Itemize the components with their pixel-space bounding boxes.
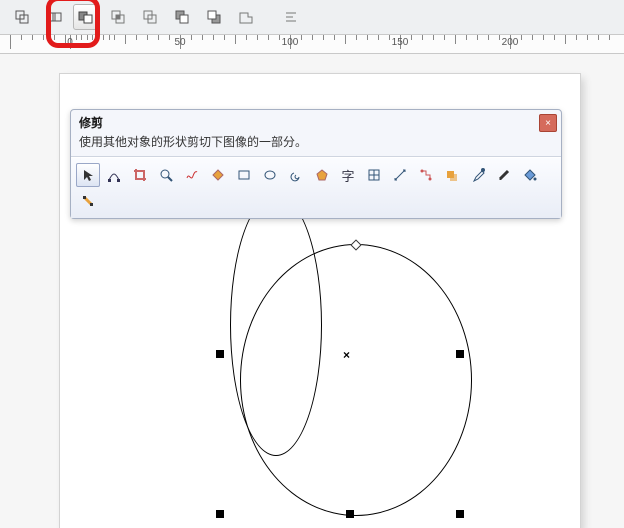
interactivefill-tool[interactable] (76, 189, 100, 213)
back-minus-front-btn[interactable] (201, 4, 227, 30)
effects-tool[interactable] (440, 163, 464, 187)
align-btn[interactable] (279, 4, 305, 30)
front-minus-back-btn[interactable] (169, 4, 195, 30)
weld-btn[interactable] (41, 4, 67, 30)
crop-tool[interactable] (128, 163, 152, 187)
group-btn[interactable] (9, 4, 35, 30)
ruler-label: 0 (67, 37, 73, 48)
eyedropper-tool[interactable] (466, 163, 490, 187)
trim-btn[interactable] (73, 4, 99, 30)
ruler-label: 100 (282, 37, 299, 48)
ruler-label: 200 (502, 37, 519, 48)
horizontal-ruler: 0 50 100 150 200 (0, 35, 624, 54)
selection-handle[interactable] (346, 510, 354, 518)
ruler-label: 50 (174, 37, 185, 48)
tooltip-title: 修剪 (79, 114, 553, 131)
workspace: × 修剪 使用其他对象的形状剪切下图像的一部分。 × 字 (0, 54, 624, 528)
ruler-label: 150 (392, 37, 409, 48)
outline-tool[interactable] (492, 163, 516, 187)
table-tool[interactable] (362, 163, 386, 187)
tooltip-header: 修剪 使用其他对象的形状剪切下图像的一部分。 × (71, 110, 561, 157)
shaping-toolbar (0, 0, 624, 35)
tooltip-text: 使用其他对象的形状剪切下图像的一部分。 (79, 133, 553, 150)
tooltip-toolbar: 字 (71, 157, 561, 218)
ellipse-shape-2[interactable] (240, 244, 472, 516)
fill-tool[interactable] (518, 163, 542, 187)
zoom-tool[interactable] (154, 163, 178, 187)
ellipse-tool[interactable] (258, 163, 282, 187)
text-tool[interactable]: 字 (336, 163, 360, 187)
rectangle-tool[interactable] (232, 163, 256, 187)
dimension-tool[interactable] (388, 163, 412, 187)
selection-handle[interactable] (456, 350, 464, 358)
tooltip-panel: 修剪 使用其他对象的形状剪切下图像的一部分。 × 字 (70, 109, 562, 219)
simplify-btn[interactable] (137, 4, 163, 30)
boundary-btn[interactable] (233, 4, 259, 30)
pick-tool[interactable] (76, 163, 100, 187)
smartfill-tool[interactable] (206, 163, 230, 187)
freehand-tool[interactable] (180, 163, 204, 187)
polygon-tool[interactable] (310, 163, 334, 187)
connector-tool[interactable] (414, 163, 438, 187)
selection-handle[interactable] (456, 510, 464, 518)
intersect-btn[interactable] (105, 4, 131, 30)
selection-handle[interactable] (216, 350, 224, 358)
tooltip-close-btn[interactable]: × (539, 114, 557, 132)
shape-tool[interactable] (102, 163, 126, 187)
selection-center[interactable]: × (342, 350, 351, 359)
selection-handle[interactable] (216, 510, 224, 518)
spiral-tool[interactable] (284, 163, 308, 187)
